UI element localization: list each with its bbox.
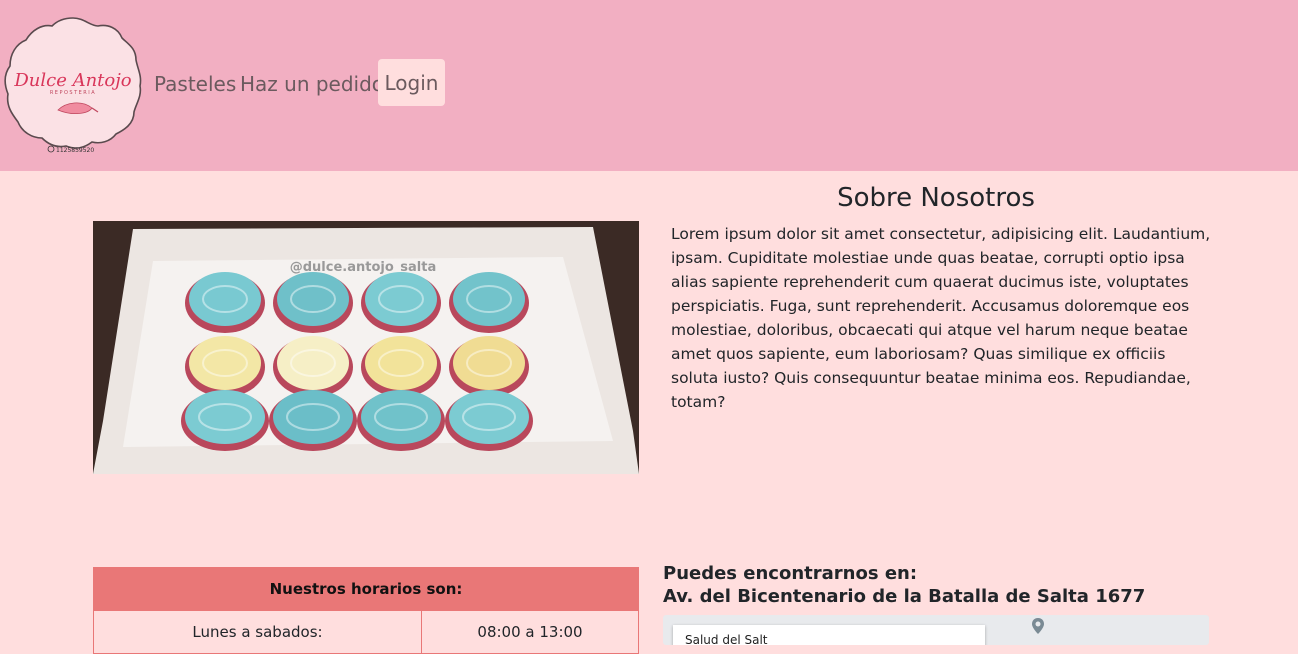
- login-button[interactable]: Login: [378, 59, 445, 106]
- logo-phone: 1125859520: [56, 147, 94, 154]
- svg-text:REPOSTERIA: REPOSTERIA: [50, 90, 96, 96]
- hours-time: 08:00 a 13:00: [421, 610, 639, 654]
- cupcake-frosting: [365, 336, 437, 390]
- hours-table: Nuestros horarios son: Lunes a sabados: …: [93, 567, 639, 654]
- cupcakes-photo: @dulce.antojo_salta: [93, 221, 639, 474]
- cupcake-frosting: [189, 272, 261, 326]
- cupcake-frosting: [277, 336, 349, 390]
- location-map[interactable]: Salud del Salt: [663, 615, 1209, 645]
- cupcake-frosting: [453, 272, 525, 326]
- dulce-antojo-logo[interactable]: Dulce Antojo REPOSTERIA 1125859520: [2, 14, 144, 156]
- cupcake-frosting: [453, 336, 525, 390]
- map-place-card[interactable]: Salud del Salt: [673, 625, 985, 645]
- location-line1: Puedes encontrarnos en:: [663, 563, 918, 584]
- cupcake-frosting: [185, 390, 265, 444]
- hours-header: Nuestros horarios son:: [93, 567, 639, 611]
- cupcake-frosting: [361, 390, 441, 444]
- about-title: Sobre Nosotros: [837, 183, 1035, 213]
- logo-brand-text: Dulce Antojo: [13, 70, 131, 91]
- about-text: Lorem ipsum dolor sit amet consectetur, …: [671, 225, 1211, 411]
- navbar: Dulce Antojo REPOSTERIA 1125859520 Paste…: [0, 0, 1298, 171]
- location-title: Puedes encontrarnos en: Av. del Bicenten…: [663, 562, 1145, 608]
- cupcake-frosting: [273, 390, 353, 444]
- nav-pasteles[interactable]: Pasteles: [154, 72, 236, 96]
- location-address: Av. del Bicentenario de la Batalla de Sa…: [663, 586, 1146, 607]
- cupcake-frosting: [365, 272, 437, 326]
- nav-haz-un-pedido[interactable]: Haz un pedido: [240, 72, 384, 96]
- cupcake-frosting: [449, 390, 529, 444]
- hours-day: Lunes a sabados:: [93, 610, 422, 654]
- map-pin-icon[interactable]: [1029, 617, 1047, 635]
- cupcake-frosting: [189, 336, 261, 390]
- table-row: Lunes a sabados: 08:00 a 13:00: [93, 610, 639, 654]
- cupcake-frosting: [277, 272, 349, 326]
